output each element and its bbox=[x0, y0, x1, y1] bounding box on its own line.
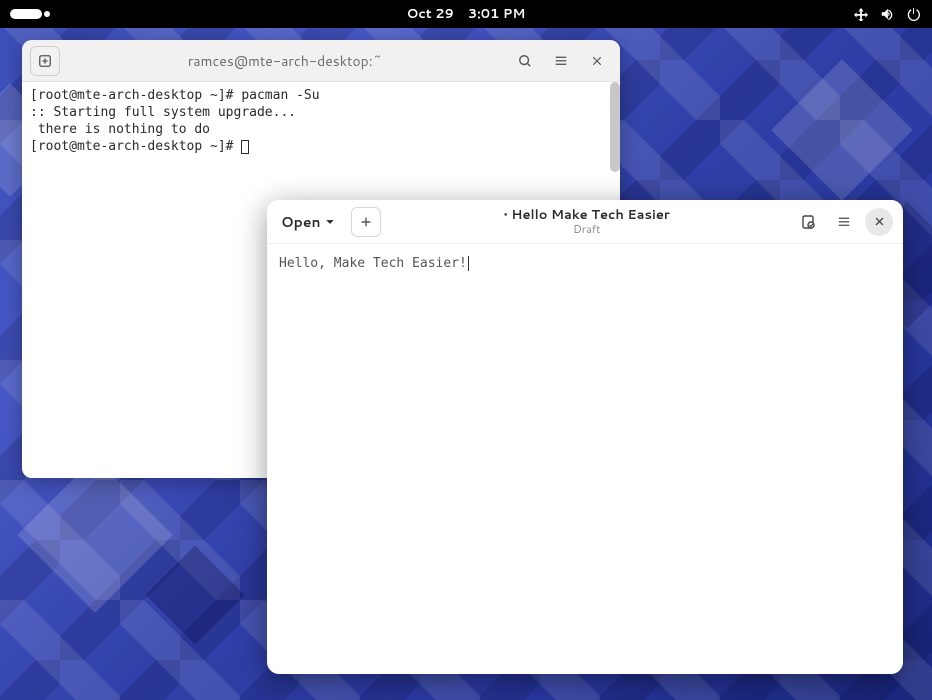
close-button[interactable] bbox=[865, 208, 893, 236]
new-tab-button[interactable] bbox=[30, 46, 60, 76]
new-document-button[interactable] bbox=[351, 207, 381, 237]
terminal-line: there is nothing to do bbox=[30, 122, 612, 139]
document-subtitle: Draft bbox=[573, 223, 600, 235]
scrollbar[interactable] bbox=[610, 82, 620, 172]
document-info-button[interactable] bbox=[793, 207, 823, 237]
date-label: Oct 29 bbox=[407, 5, 454, 23]
network-icon bbox=[854, 7, 868, 21]
time-label: 3:01 PM bbox=[468, 5, 526, 23]
top-bar: Oct 29 3:01 PM bbox=[0, 0, 932, 28]
terminal-line: :: Starting full system upgrade... bbox=[30, 105, 612, 122]
menu-button[interactable] bbox=[546, 46, 576, 76]
editor-headerbar: Open • Hello Make Tech Easier Draft bbox=[267, 200, 903, 244]
editor-text: Hello, Make Tech Easier! bbox=[279, 256, 467, 271]
close-button[interactable] bbox=[582, 46, 612, 76]
chevron-down-icon bbox=[325, 217, 335, 227]
power-icon bbox=[906, 7, 920, 21]
open-button[interactable]: Open bbox=[277, 208, 339, 236]
editor-content[interactable]: Hello, Make Tech Easier! bbox=[267, 244, 903, 674]
menu-button[interactable] bbox=[829, 207, 859, 237]
text-cursor-icon bbox=[468, 256, 469, 271]
search-button[interactable] bbox=[510, 46, 540, 76]
terminal-line: [root@mte-arch-desktop ~]# bbox=[30, 139, 612, 156]
cursor-icon bbox=[241, 140, 249, 154]
terminal-title: ramces@mte-arch-desktop:~ bbox=[66, 51, 504, 71]
text-editor-window: Open • Hello Make Tech Easier Draft Hell… bbox=[267, 200, 903, 674]
activities-button[interactable] bbox=[10, 9, 42, 19]
clock[interactable]: Oct 29 3:01 PM bbox=[407, 5, 526, 23]
terminal-headerbar: ramces@mte-arch-desktop:~ bbox=[22, 40, 620, 82]
system-tray[interactable] bbox=[854, 7, 920, 21]
terminal-line: [root@mte-arch-desktop ~]# pacman -Su bbox=[30, 88, 612, 105]
volume-icon bbox=[880, 7, 894, 21]
